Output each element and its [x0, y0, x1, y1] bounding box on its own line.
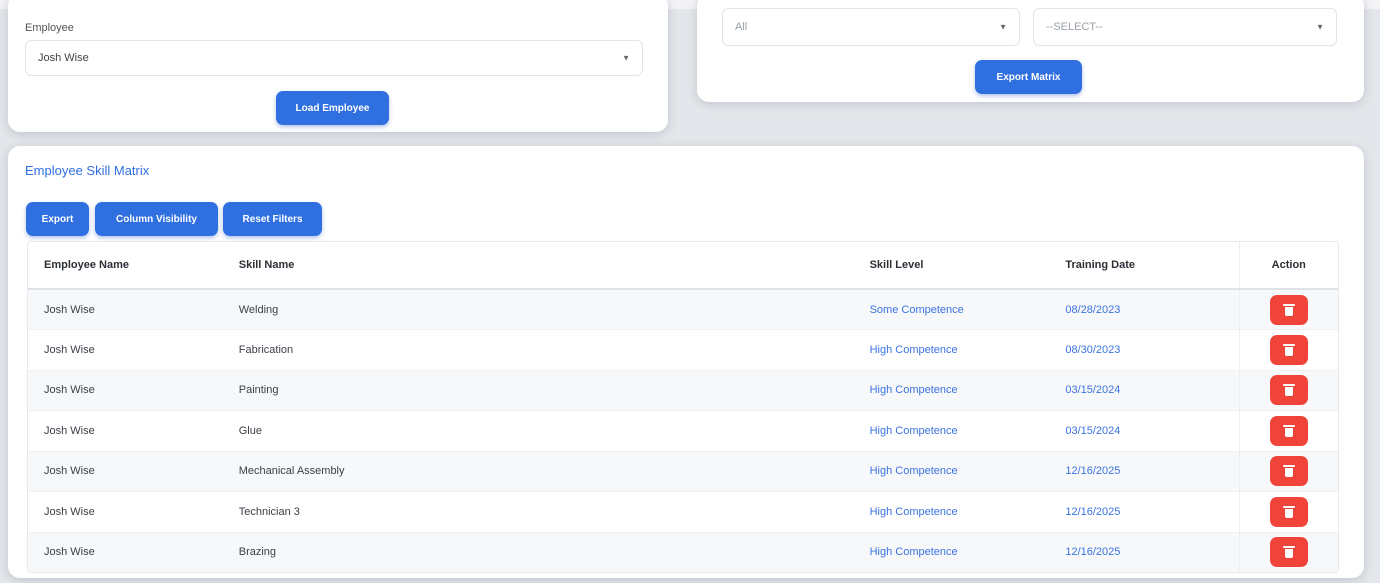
skill-matrix-panel: Employee Skill Matrix Export Column Visi…	[8, 146, 1364, 578]
cell-skill-name: Fabrication	[222, 329, 854, 371]
delete-button[interactable]	[1269, 537, 1308, 568]
table-row: Josh Wise Mechanical Assembly High Compe…	[28, 451, 1338, 492]
cell-skill-name: Welding	[222, 289, 854, 330]
cell-employee-name: Josh Wise	[28, 289, 223, 330]
cell-action	[1238, 451, 1338, 492]
column-header-training-date[interactable]: Training Date	[1049, 242, 1240, 290]
cell-action	[1238, 410, 1338, 452]
employee-label: Employee	[25, 22, 74, 34]
cell-training-date[interactable]: 03/15/2024	[1049, 370, 1240, 411]
chevron-down-icon: ▼	[999, 22, 1007, 32]
cell-training-date[interactable]: 12/16/2025	[1049, 491, 1240, 533]
column-header-skill-level[interactable]: Skill Level	[853, 242, 1050, 290]
cell-employee-name: Josh Wise	[28, 491, 223, 533]
cell-employee-name: Josh Wise	[28, 370, 223, 411]
cell-skill-level[interactable]: High Competence	[853, 491, 1050, 533]
cell-skill-name: Technician 3	[222, 491, 854, 533]
cell-action	[1238, 491, 1338, 533]
column-visibility-button[interactable]: Column Visibility	[95, 202, 218, 236]
trash-icon	[1282, 343, 1295, 356]
trash-icon	[1282, 424, 1295, 437]
cell-training-date[interactable]: 08/28/2023	[1049, 289, 1240, 330]
cell-employee-name: Josh Wise	[28, 451, 223, 492]
delete-button[interactable]	[1269, 334, 1308, 365]
chevron-down-icon: ▼	[622, 53, 630, 63]
page-title: Employee Skill Matrix	[25, 163, 150, 178]
cell-skill-level[interactable]: High Competence	[853, 451, 1050, 492]
cell-training-date[interactable]: 12/16/2025	[1049, 451, 1240, 492]
table-row: Josh Wise Technician 3 High Competence 1…	[28, 491, 1338, 533]
cell-action	[1238, 329, 1338, 371]
delete-button[interactable]	[1269, 375, 1308, 406]
column-header-skill-name[interactable]: Skill Name	[222, 242, 854, 290]
cell-employee-name: Josh Wise	[28, 329, 223, 371]
filter-secondary-select[interactable]: --SELECT-- ▼	[1033, 8, 1337, 46]
cell-employee-name: Josh Wise	[28, 410, 223, 452]
cell-action	[1238, 532, 1338, 572]
filter-all-value: All	[735, 21, 748, 33]
employee-panel: Employee Josh Wise ▼ Load Employee	[8, 0, 668, 132]
column-header-action: Action	[1238, 242, 1338, 290]
cell-skill-name: Brazing	[222, 532, 854, 572]
trash-icon	[1282, 505, 1295, 518]
cell-skill-level[interactable]: High Competence	[853, 329, 1050, 371]
table-row: Josh Wise Fabrication High Competence 08…	[28, 329, 1338, 371]
cell-skill-level[interactable]: Some Competence	[853, 289, 1050, 330]
cell-action	[1238, 370, 1338, 411]
delete-button[interactable]	[1269, 294, 1308, 325]
cell-skill-name: Painting	[222, 370, 854, 411]
trash-icon	[1282, 465, 1295, 478]
table-header-row: Employee Name Skill Name Skill Level Tra…	[28, 242, 1338, 290]
table-row: Josh Wise Glue High Competence 03/15/202…	[28, 410, 1338, 452]
cell-skill-name: Mechanical Assembly	[222, 451, 854, 492]
trash-icon	[1282, 546, 1295, 559]
skill-matrix-table: Employee Name Skill Name Skill Level Tra…	[27, 241, 1339, 573]
cell-training-date[interactable]: 03/15/2024	[1049, 410, 1240, 452]
cell-action	[1238, 289, 1338, 330]
load-employee-button[interactable]: Load Employee	[276, 91, 389, 125]
cell-skill-level[interactable]: High Competence	[853, 532, 1050, 572]
export-panel: All ▼ --SELECT-- ▼ Export Matrix	[697, 0, 1364, 102]
cell-training-date[interactable]: 12/16/2025	[1049, 532, 1240, 572]
cell-skill-level[interactable]: High Competence	[853, 410, 1050, 452]
table-row: Josh Wise Brazing High Competence 12/16/…	[28, 532, 1338, 572]
employee-select-value: Josh Wise	[38, 52, 89, 64]
cell-skill-name: Glue	[222, 410, 854, 452]
delete-button[interactable]	[1269, 415, 1308, 446]
delete-button[interactable]	[1269, 496, 1308, 527]
export-matrix-button[interactable]: Export Matrix	[975, 60, 1082, 94]
filter-all-select[interactable]: All ▼	[722, 8, 1020, 46]
table-row: Josh Wise Welding Some Competence 08/28/…	[28, 289, 1338, 330]
employee-select[interactable]: Josh Wise ▼	[25, 40, 643, 76]
table-row: Josh Wise Painting High Competence 03/15…	[28, 370, 1338, 411]
export-button[interactable]: Export	[26, 202, 89, 236]
column-header-employee-name[interactable]: Employee Name	[28, 242, 223, 290]
trash-icon	[1282, 384, 1295, 397]
chevron-down-icon: ▼	[1316, 22, 1324, 32]
filter-secondary-value: --SELECT--	[1046, 21, 1103, 33]
cell-skill-level[interactable]: High Competence	[853, 370, 1050, 411]
reset-filters-button[interactable]: Reset Filters	[223, 202, 322, 236]
delete-button[interactable]	[1269, 456, 1308, 487]
cell-training-date[interactable]: 08/30/2023	[1049, 329, 1240, 371]
trash-icon	[1282, 303, 1295, 316]
cell-employee-name: Josh Wise	[28, 532, 223, 572]
